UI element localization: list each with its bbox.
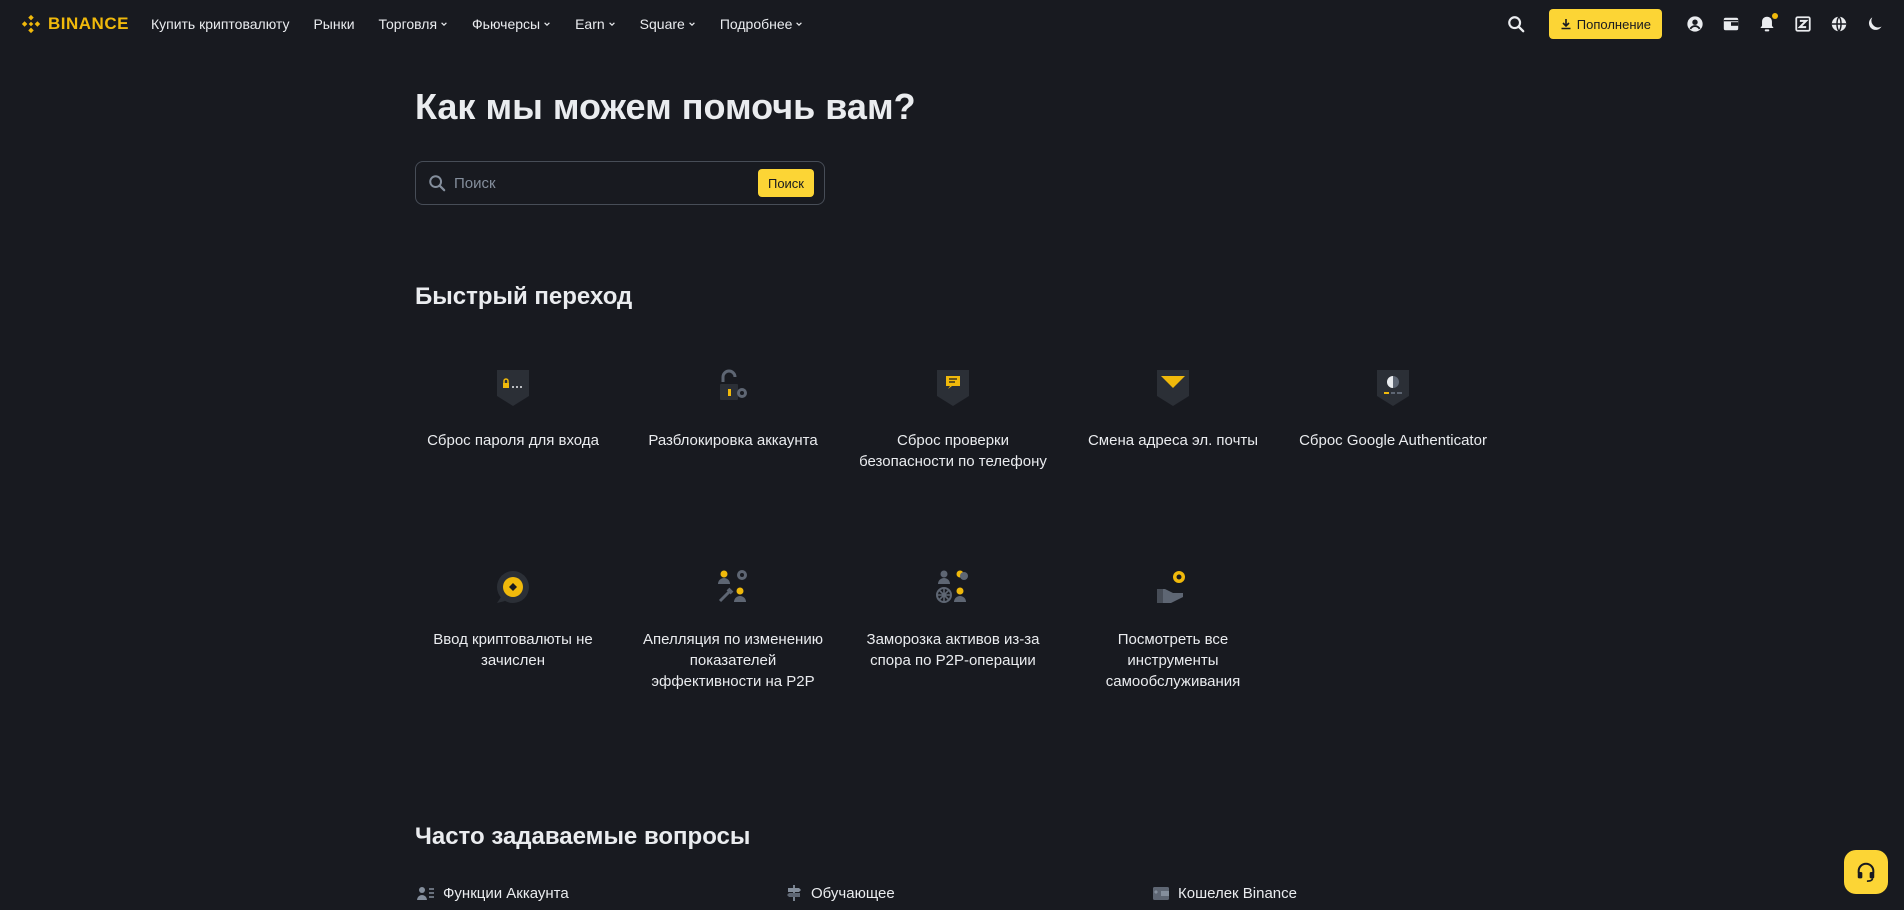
nav-label: Подробнее (719, 16, 793, 32)
faq-category-wallet[interactable]: Кошелек Binance (1152, 884, 1297, 902)
page-title: Как мы можем помочь вам? (415, 86, 916, 127)
quick-link-all-self-service[interactable]: Посмотреть все инструменты самообслужива… (1073, 567, 1273, 692)
quick-link-label: Сброс пароля для входа (427, 432, 599, 449)
quick-link-label: Сброс Google Authenticator (1299, 432, 1487, 449)
quick-link-p2p-asset-freeze[interactable]: Заморозка активов из-за спора по P2P-опе… (853, 567, 1053, 671)
nav-trade[interactable]: Торговля (379, 16, 448, 32)
bell-icon[interactable] (1758, 13, 1778, 33)
search-icon[interactable] (1507, 15, 1525, 33)
email-icon (1157, 370, 1189, 406)
nav-label: Фьючерсы (472, 16, 541, 32)
faq-category-education[interactable]: Обучающее (785, 884, 895, 902)
asset-freeze-icon (936, 570, 968, 603)
quick-link-label: Разблокировка аккаунта (648, 432, 818, 449)
account-features-icon (417, 887, 434, 900)
education-icon (787, 885, 801, 901)
quick-link-change-email[interactable]: Смена адреса эл. почты (1073, 368, 1273, 451)
support-chat-button[interactable] (1844, 850, 1888, 894)
faq-category-label: Функции Аккаунта (443, 884, 569, 902)
authenticator-icon (1377, 370, 1409, 406)
chevron-down-icon (441, 22, 447, 27)
password-reset-icon (497, 370, 529, 406)
download-icon (1561, 19, 1571, 30)
quick-link-unlock-account[interactable]: Разблокировка аккаунта (633, 368, 833, 451)
binance-wallet-icon (1153, 887, 1169, 900)
nav-label: Торговля (378, 16, 438, 32)
quick-link-label: Заморозка активов из-за спора по P2P-опе… (866, 631, 1040, 669)
faq-title: Часто задаваемые вопросы (415, 823, 751, 850)
quick-link-label: Ввод криптовалюты не зачислен (433, 631, 593, 669)
nav-label: Earn (575, 16, 605, 32)
search-icon (429, 175, 446, 192)
nav-earn[interactable]: Earn (575, 16, 616, 32)
quick-link-label: Смена адреса эл. почты (1087, 432, 1259, 449)
user-icon[interactable] (1686, 15, 1704, 33)
deposit-button[interactable]: Пополнение (1548, 9, 1662, 39)
app-download-icon[interactable] (1794, 15, 1812, 33)
nav-label: Купить криптовалюту (150, 16, 290, 32)
nav-more[interactable]: Подробнее (720, 16, 804, 32)
quick-link-password-reset[interactable]: Сброс пароля для входа (413, 368, 613, 451)
chevron-down-icon (608, 22, 615, 27)
search-input[interactable] (454, 174, 758, 192)
headset-icon (1857, 862, 1875, 882)
binance-logo-icon (21, 14, 41, 34)
quick-link-label: Апелляция по изменению показателей эффек… (643, 631, 823, 690)
quick-link-phone-security-reset[interactable]: Сброс проверки безопасности по телефону (853, 368, 1053, 472)
faq-category-label: Кошелек Binance (1178, 884, 1297, 902)
wallet-icon[interactable] (1722, 15, 1740, 33)
globe-icon[interactable] (1830, 15, 1848, 33)
quick-link-p2p-appeal[interactable]: Апелляция по изменению показателей эффек… (633, 567, 833, 692)
quick-link-google-auth-reset[interactable]: Сброс Google Authenticator (1293, 368, 1493, 451)
nav-label: Square (639, 16, 685, 32)
faq-category-account[interactable]: Функции Аккаунта (417, 884, 569, 902)
quick-links-title: Быстрый переход (415, 283, 633, 310)
nav-futures[interactable]: Фьючерсы (472, 16, 551, 32)
deposit-missing-icon (497, 571, 529, 603)
quick-link-label: Сброс проверки безопасности по телефону (859, 432, 1047, 470)
notification-dot (1772, 13, 1778, 19)
nav-label: Рынки (313, 16, 355, 32)
nav-buy-crypto[interactable]: Купить криптовалюту (151, 16, 290, 32)
nav-markets[interactable]: Рынки (313, 16, 354, 32)
faq-category-label: Обучающее (811, 884, 895, 902)
self-service-icon (1157, 571, 1185, 603)
chevron-down-icon (796, 22, 803, 27)
chevron-down-icon (544, 22, 550, 27)
unlock-icon (720, 369, 747, 400)
chevron-down-icon (689, 22, 695, 27)
search-box: Поиск (415, 161, 825, 205)
deposit-label: Пополнение (1576, 16, 1651, 32)
p2p-appeal-icon (718, 570, 747, 603)
header-actions: Пополнение (1507, 0, 1884, 48)
logo-text: BINANCE (48, 14, 129, 33)
quick-link-deposit-not-credited[interactable]: Ввод криптовалюты не зачислен (413, 567, 613, 671)
search-button[interactable]: Поиск (757, 169, 814, 197)
top-navbar: BINANCE Купить криптовалюту Рынки Торгов… (0, 0, 1904, 48)
nav-square[interactable]: Square (640, 16, 696, 32)
quick-link-label: Посмотреть все инструменты самообслужива… (1105, 631, 1241, 690)
phone-security-icon (937, 370, 969, 406)
theme-toggle-icon[interactable] (1866, 15, 1884, 33)
main-nav: Купить криптовалюту Рынки Торговля Фьюче… (151, 16, 803, 32)
binance-logo[interactable]: BINANCE (20, 13, 129, 35)
